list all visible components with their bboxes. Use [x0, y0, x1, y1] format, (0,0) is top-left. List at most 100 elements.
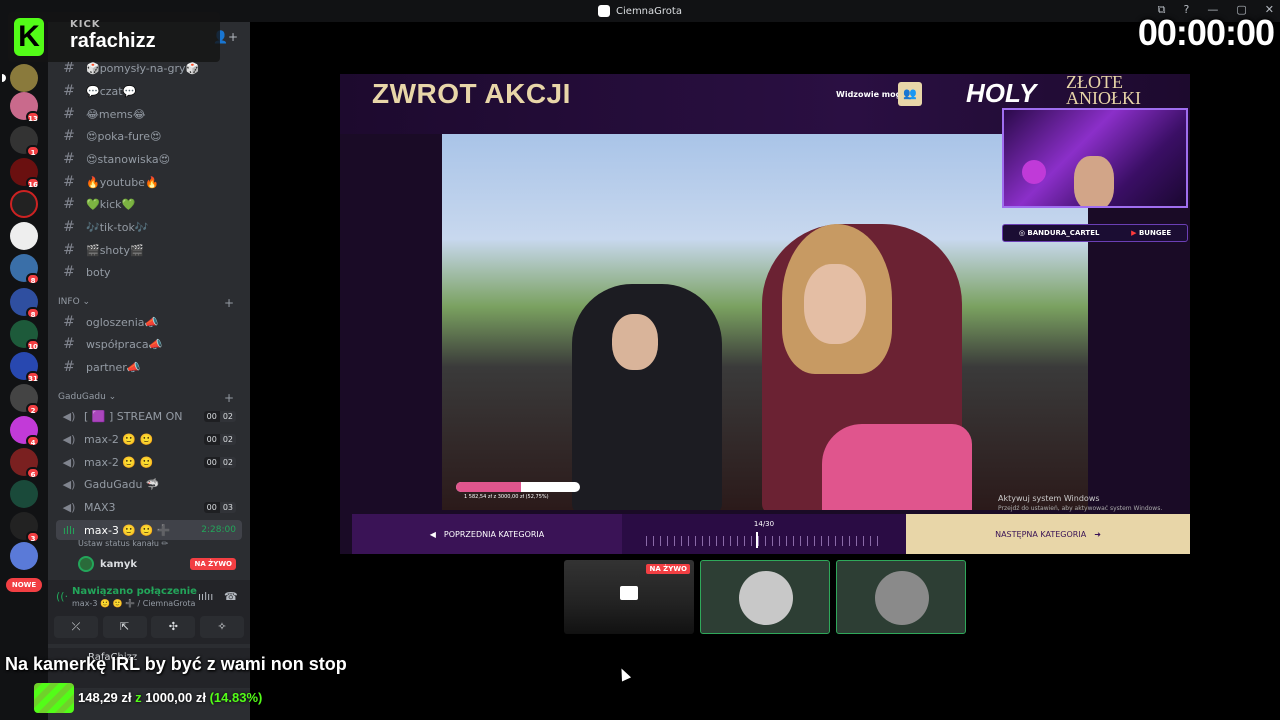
- camera-off-button[interactable]: ⤫: [54, 616, 98, 638]
- person-blonde: [762, 224, 972, 510]
- voice-channel-item[interactable]: ◀) max-2 🙂 🙂 00 02: [56, 452, 242, 472]
- mention-badge: 4: [26, 435, 40, 447]
- unread-pip: [2, 74, 6, 82]
- sound-wave-icon: ıllı: [62, 523, 76, 537]
- channel-item[interactable]: # 🔥youtube🔥: [56, 172, 242, 192]
- channel-item[interactable]: # 💚kick💚: [56, 194, 242, 214]
- goal-amounts: 148,29 zł z 1000,00 zł (14.83%): [78, 690, 262, 705]
- goal-text: Na kamerkę IRL by być z wami non stop: [5, 654, 347, 674]
- voice-channel-item[interactable]: ◀) max-2 🙂 🙂 00 02: [56, 429, 242, 449]
- stream-timer: 00:00:00: [1137, 12, 1275, 53]
- voice-channel-path[interactable]: max-3 🙂 🙂 ➕ / CiemnaGrota: [72, 599, 195, 608]
- voice-channel-item[interactable]: ◀) MAX3 00 03: [56, 497, 242, 517]
- windows-activation-notice: Aktywuj system Windows Przejdź do ustawi…: [998, 494, 1163, 512]
- set-channel-status[interactable]: Ustaw status kanału ✏: [78, 539, 168, 548]
- server-icon[interactable]: 3: [10, 512, 40, 543]
- add-channel-icon[interactable]: +: [224, 296, 234, 310]
- page-counter: 14/30: [753, 520, 775, 528]
- server-icon[interactable]: 2: [10, 384, 40, 415]
- server-icon[interactable]: 10: [10, 320, 40, 351]
- holy-logo: HOLY: [966, 78, 1037, 108]
- channel-item[interactable]: # ogloszenia📣: [56, 312, 242, 332]
- social-handles: ◎ BANDURA_CARTEL ▶ BUNGEE: [1002, 224, 1188, 242]
- new-servers-pill[interactable]: NOWE: [6, 578, 42, 592]
- mic-icon: [1022, 160, 1046, 184]
- mention-badge: 8: [26, 273, 40, 285]
- voice-channel-item-active[interactable]: ıllı max-3 🙂 🙂 ➕ 2:28:00: [56, 520, 242, 540]
- server-icon[interactable]: 16: [10, 158, 40, 189]
- speaker-icon: ◀): [62, 455, 76, 469]
- connection-icon: ((·: [56, 590, 69, 603]
- next-category-button[interactable]: NASTĘPNA KATEGORIA ➜: [906, 514, 1190, 554]
- server-icon[interactable]: 1: [10, 126, 40, 157]
- hash-icon: #: [63, 314, 75, 330]
- user-count: 00 02: [203, 410, 236, 422]
- prev-category-button[interactable]: ◀ POPRZEDNIA KATEGORIA: [352, 514, 622, 554]
- kick-username: rafachizz: [70, 30, 156, 52]
- channel-item[interactable]: # 😂mems😂: [56, 104, 242, 124]
- hash-icon: #: [63, 128, 75, 144]
- channel-item[interactable]: # współpraca📣: [56, 334, 242, 354]
- goal-separator: z: [135, 690, 142, 705]
- youtube-handle: ▶ BUNGEE: [1131, 229, 1172, 237]
- hash-icon: #: [63, 264, 75, 280]
- voice-connection-panel: ((· Nawiązano połączenie max-3 🙂 🙂 ➕ / C…: [48, 580, 250, 644]
- noise-suppression-icon[interactable]: ıılıı: [198, 590, 213, 603]
- hash-icon: #: [63, 359, 75, 375]
- stream-scene: ZWROT AKCJI Widzowie mogą 👥 HOLY ZŁOTE A…: [340, 73, 1190, 554]
- mention-badge: 31: [26, 371, 40, 383]
- user-count: 00 03: [203, 501, 236, 513]
- category-progress: 14/30: [622, 514, 906, 554]
- server-icon[interactable]: 31: [10, 352, 40, 383]
- server-icon[interactable]: [10, 542, 38, 570]
- hash-icon: #: [63, 174, 75, 190]
- voice-channel-item[interactable]: ◀)[ 🟪 ] STREAM ON 00 02: [56, 406, 242, 426]
- progress-ticks: [646, 536, 882, 546]
- soundboard-button[interactable]: ✧: [199, 616, 244, 638]
- people-icon[interactable]: 👥: [898, 82, 922, 106]
- hash-icon: #: [63, 336, 75, 352]
- channel-item[interactable]: # 😍stanowiska😍: [56, 149, 242, 169]
- server-icon[interactable]: 4: [10, 416, 40, 447]
- server-icon[interactable]: 8: [10, 254, 40, 285]
- server-icon[interactable]: [10, 222, 38, 250]
- disconnect-icon[interactable]: ☎: [224, 590, 238, 603]
- arrow-right-icon: ➜: [1094, 529, 1101, 539]
- server-icon[interactable]: [10, 190, 38, 218]
- speaker-icon: ◀): [62, 409, 76, 423]
- add-channel-icon[interactable]: +: [224, 391, 234, 405]
- voice-user[interactable]: kamyk NA ŻYWO: [78, 554, 240, 574]
- streamer-webcam: [1002, 108, 1188, 208]
- server-icon[interactable]: 8: [10, 288, 40, 319]
- channel-item[interactable]: # partner📣: [56, 357, 242, 377]
- progress-fill: [456, 482, 522, 492]
- live-badge: NA ŻYWO: [646, 564, 690, 574]
- server-icon[interactable]: [2, 64, 38, 92]
- server-icon[interactable]: 6: [10, 448, 40, 479]
- thumbnail-user[interactable]: [700, 560, 830, 634]
- channel-item[interactable]: # boty: [56, 262, 242, 282]
- hash-icon: #: [63, 219, 75, 235]
- voice-channel-item[interactable]: ◀) GaduGadu 🦈: [56, 474, 242, 494]
- thumbnail-live[interactable]: NA ŻYWO: [564, 560, 694, 634]
- hash-icon: #: [63, 196, 75, 212]
- server-icon[interactable]: 13: [10, 92, 40, 123]
- speaker-icon: ◀): [62, 432, 76, 446]
- channel-item[interactable]: # 🎶tik-tok🎶: [56, 217, 242, 237]
- goal-current: 148,29 zł: [78, 690, 132, 705]
- category-info[interactable]: INFO ⌄ +: [58, 296, 238, 310]
- channel-item[interactable]: # 💬czat💬: [56, 81, 242, 101]
- hash-icon: #: [63, 242, 75, 258]
- server-icon[interactable]: [10, 480, 38, 508]
- share-screen-button[interactable]: ⇱: [102, 616, 147, 638]
- thumbnail-user[interactable]: [836, 560, 966, 634]
- hash-icon: #: [63, 151, 75, 167]
- channel-item[interactable]: # 😍poka-fure😍: [56, 126, 242, 146]
- channel-sidebar: 👤+ # 🎲pomysły-na-gry🎲 # 💬czat💬 # 😂mems😂 # 😍p…: [48, 22, 250, 720]
- channel-item[interactable]: # 🎬shoty🎬: [56, 240, 242, 260]
- activities-button[interactable]: ✣: [151, 616, 196, 638]
- voice-connected-status[interactable]: Nawiązano połączenie: [72, 586, 197, 597]
- person-hoodie: [572, 284, 722, 510]
- arrow-left-icon: ◀: [429, 529, 436, 539]
- category-gadugadu[interactable]: GaduGadu ⌄ +: [58, 391, 238, 405]
